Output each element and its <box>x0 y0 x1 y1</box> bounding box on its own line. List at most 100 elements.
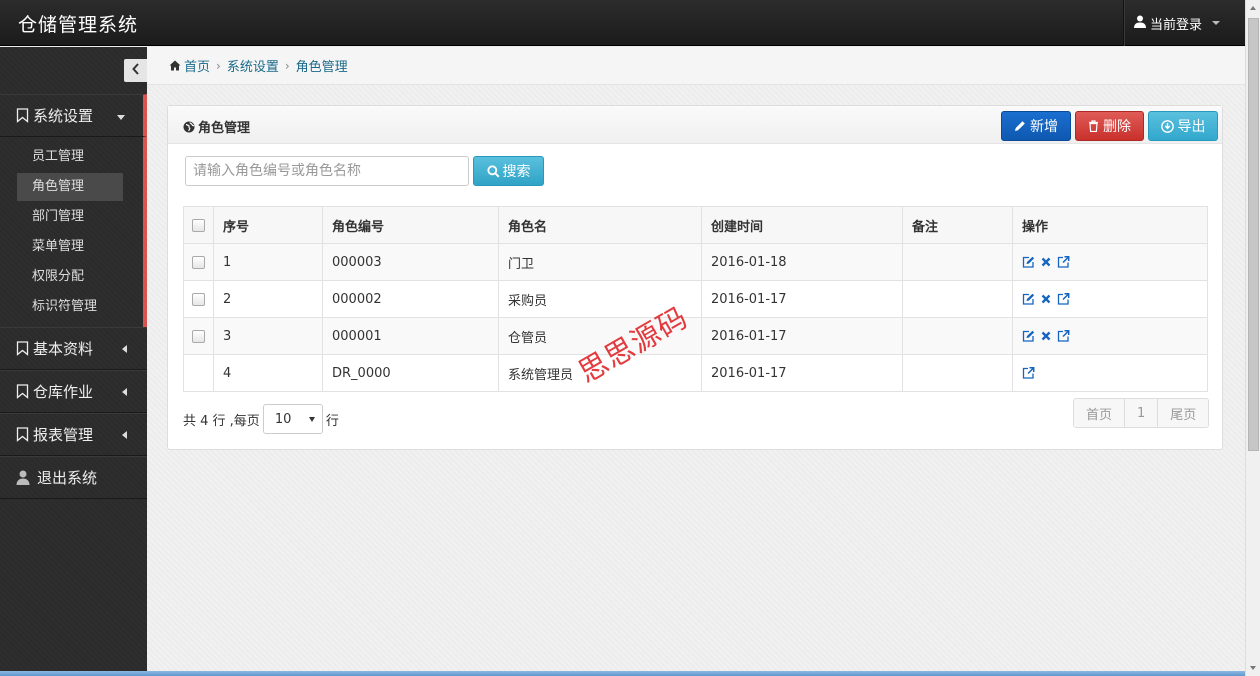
pager-last[interactable]: 尾页 <box>1158 399 1209 427</box>
search-icon <box>486 164 500 178</box>
select-all-checkbox[interactable] <box>192 218 205 232</box>
sidebar-group-basic-data[interactable]: 基本资料 <box>0 327 147 370</box>
sidebar-group-warehouse-ops[interactable]: 仓库作业 <box>0 370 147 413</box>
per-page-select[interactable]: 10 <box>262 404 323 434</box>
sidebar: 系统设置 员工管理 角色管理 部门管理 菜单管理 权限分配 标识符管理 基本资料… <box>0 47 147 676</box>
table-header-row: 序号 角色编号 角色名 创建时间 备注 操作 <box>183 206 1208 244</box>
cell-created: 2016-01-17 <box>701 354 903 392</box>
sidebar-item-roles[interactable]: 角色管理 <box>17 173 123 201</box>
breadcrumb-home[interactable]: 首页 <box>184 56 210 75</box>
sidebar-logout[interactable]: 退出系统 <box>0 456 147 499</box>
cell-code: 000003 <box>322 243 499 281</box>
chevron-right-icon: › <box>216 58 221 73</box>
delete-button-label: 删除 <box>1103 119 1131 135</box>
search-button-label: 搜索 <box>502 164 531 180</box>
scroll-thumb[interactable] <box>1248 18 1259 451</box>
breadcrumb-current[interactable]: 角色管理 <box>296 56 348 75</box>
cell-code: 000002 <box>322 280 499 318</box>
pagination: 首页 1 尾页 <box>1073 398 1210 428</box>
user-menu-label: 当前登录 <box>1150 17 1203 33</box>
bookmark-icon <box>16 384 29 399</box>
cell-name: 门卫 <box>498 243 702 281</box>
caret-down-icon <box>1212 21 1221 25</box>
row-suffix-text: 行 <box>325 413 339 429</box>
scroll-up-icon[interactable] <box>1250 6 1256 10</box>
sidebar-group-label: 退出系统 <box>37 469 98 487</box>
external-link-icon[interactable] <box>1057 256 1070 268</box>
download-circle-icon <box>1160 119 1174 133</box>
main-content: 首页 › 系统设置 › 角色管理 角色管理 新增 删除 导出 请输入角色编号或角… <box>147 47 1245 676</box>
remove-icon[interactable] <box>1041 257 1051 267</box>
pager-page[interactable]: 1 <box>1125 399 1159 427</box>
sidebar-item-permissions[interactable]: 权限分配 <box>17 263 123 291</box>
chevron-right-icon: › <box>284 58 290 73</box>
cell-actions <box>1012 280 1208 318</box>
select-all-cell <box>183 206 214 244</box>
sidebar-group-label: 仓库作业 <box>33 383 94 401</box>
sidebar-item-departments[interactable]: 部门管理 <box>17 203 123 231</box>
remove-icon[interactable] <box>1041 294 1051 304</box>
sidebar-item-menus[interactable]: 菜单管理 <box>17 233 123 261</box>
search-button[interactable]: 搜索 <box>473 156 544 186</box>
caret-down-icon <box>308 417 315 422</box>
cell-index: 3 <box>213 317 323 355</box>
caret-left-icon <box>122 345 127 353</box>
cell-index: 1 <box>213 243 323 281</box>
top-navbar: 仓储管理系统 当前登录 <box>0 0 1245 46</box>
table-row: 3 000001 仓管员 2016-01-17 <box>183 317 1208 355</box>
app-title: 仓储管理系统 <box>18 14 139 36</box>
sidebar-collapse-button[interactable] <box>124 59 147 82</box>
edit-icon[interactable] <box>1022 293 1035 305</box>
sidebar-item-employees[interactable]: 员工管理 <box>17 143 123 171</box>
external-link-icon[interactable] <box>1022 367 1035 379</box>
col-created[interactable]: 创建时间 <box>701 206 903 244</box>
sidebar-group-system-settings[interactable]: 系统设置 <box>0 94 147 137</box>
external-link-icon[interactable] <box>1057 330 1070 342</box>
scroll-down-icon[interactable] <box>1250 666 1256 670</box>
sidebar-menu: 系统设置 员工管理 角色管理 部门管理 菜单管理 权限分配 标识符管理 基本资料… <box>0 94 147 499</box>
row-checkbox[interactable] <box>192 329 205 343</box>
col-index[interactable]: 序号 <box>213 206 323 244</box>
row-checkbox[interactable] <box>192 292 205 306</box>
cell-name: 系统管理员 <box>498 354 702 392</box>
pager-first[interactable]: 首页 <box>1074 399 1126 427</box>
add-button[interactable]: 新增 <box>1001 111 1071 141</box>
sidebar-item-identifiers[interactable]: 标识符管理 <box>17 293 123 321</box>
home-icon <box>169 60 181 71</box>
cell-remark <box>902 354 1013 392</box>
vertical-scrollbar[interactable] <box>1245 0 1260 676</box>
edit-icon[interactable] <box>1022 330 1035 342</box>
delete-button[interactable]: 删除 <box>1075 111 1144 141</box>
cell-created: 2016-01-17 <box>701 317 903 355</box>
row-select-cell <box>183 280 214 318</box>
user-menu[interactable]: 当前登录 <box>1123 0 1245 46</box>
col-name[interactable]: 角色名 <box>498 206 702 244</box>
edit-icon[interactable] <box>1022 256 1035 268</box>
row-select-cell <box>183 317 214 355</box>
row-checkbox[interactable] <box>192 255 205 269</box>
caret-left-icon <box>122 431 127 439</box>
globe-icon <box>183 121 195 133</box>
breadcrumb-section[interactable]: 系统设置 <box>227 56 279 75</box>
caret-down-icon <box>117 115 125 120</box>
panel-title: 角色管理 <box>183 117 250 136</box>
panel-header: 角色管理 新增 删除 导出 <box>168 106 1222 144</box>
remove-icon[interactable] <box>1041 331 1051 341</box>
cell-code: 000001 <box>322 317 499 355</box>
chevron-left-icon <box>131 62 140 79</box>
row-count-text: 共 4 行 ,每页 <box>183 413 260 429</box>
table-footer-info: 共 4 行 ,每页 10 行 <box>183 404 339 434</box>
add-button-label: 新增 <box>1030 119 1058 135</box>
cell-created: 2016-01-17 <box>701 280 903 318</box>
external-link-icon[interactable] <box>1057 293 1070 305</box>
user-icon <box>16 470 30 485</box>
col-remark[interactable]: 备注 <box>902 206 1013 244</box>
cell-name: 仓管员 <box>498 317 702 355</box>
search-input[interactable] <box>185 156 469 186</box>
sidebar-group-label: 系统设置 <box>33 107 94 125</box>
cell-created: 2016-01-18 <box>701 243 903 281</box>
export-button[interactable]: 导出 <box>1148 111 1218 141</box>
col-code[interactable]: 角色编号 <box>322 206 499 244</box>
sidebar-group-reports[interactable]: 报表管理 <box>0 413 147 456</box>
sidebar-submenu: 员工管理 角色管理 部门管理 菜单管理 权限分配 标识符管理 <box>0 137 147 327</box>
